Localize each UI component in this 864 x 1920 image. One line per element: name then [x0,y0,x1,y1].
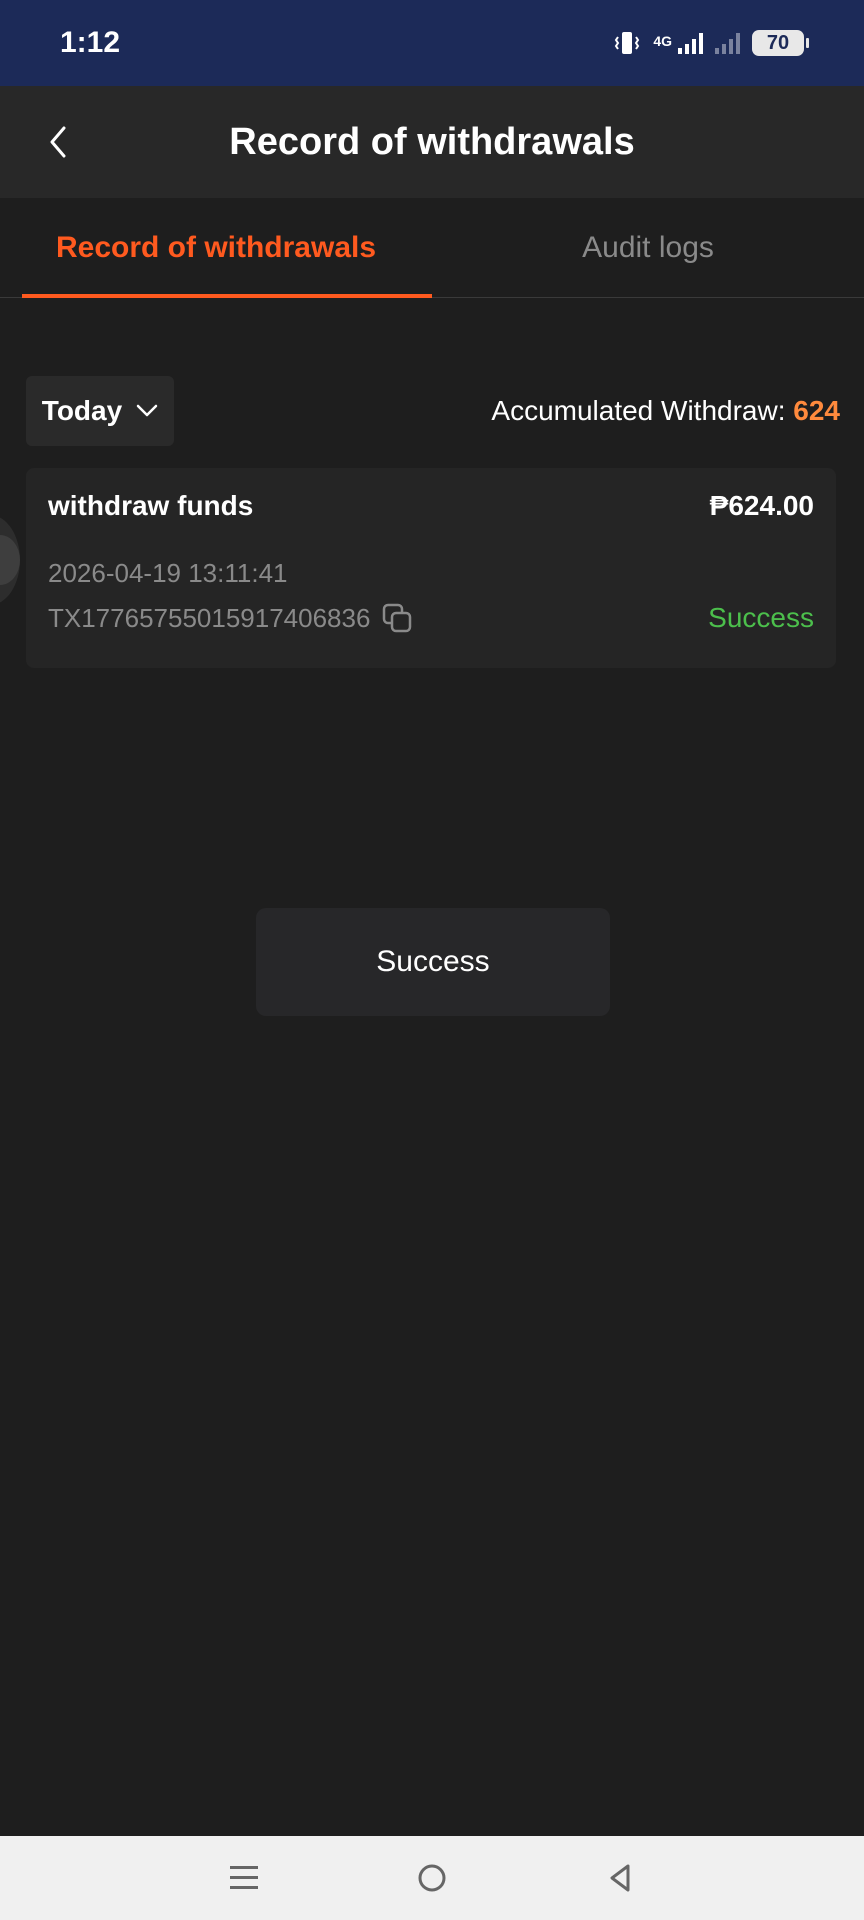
nav-menu-button[interactable] [224,1858,264,1898]
battery-icon: 70 [752,30,809,56]
tab-audit-logs[interactable]: Audit logs [432,198,864,297]
back-button[interactable] [40,124,76,160]
floating-handle[interactable] [0,515,20,605]
date-filter-dropdown[interactable]: Today [26,376,174,446]
success-toast: Success [256,908,610,1016]
date-filter-label: Today [41,395,123,426]
status-icons: 4G 70 [613,29,809,57]
back-triangle-icon [610,1864,630,1892]
accumulated-withdraw: Accumulated Withdraw: 624 [491,395,840,427]
nav-back-button[interactable] [600,1858,640,1898]
home-circle-icon [418,1864,446,1892]
filter-row: Today Accumulated Withdraw: 624 [26,376,840,446]
vibrate-icon [615,32,640,54]
system-nav-bar [0,1836,864,1920]
signal-strength-2-icon [715,32,740,54]
record-type: withdraw funds [48,490,254,521]
signal-strength-icon [678,32,703,54]
status-time: 1:12 [60,26,121,59]
record-status: Success [708,602,814,633]
chevron-down-icon [136,404,158,417]
record-datetime: 2026-04-19 13:11:41 [48,558,288,588]
active-tab-indicator [22,294,432,298]
tab-label: Record of withdrawals [55,230,377,264]
withdrawal-record-card[interactable]: withdraw funds ₱624.00 2026-04-19 13:11:… [26,468,836,668]
copy-icon[interactable] [380,601,414,635]
tab-label: Audit logs [582,230,714,264]
app-header: Record of withdrawals [0,86,864,198]
accumulated-value: 624 [793,395,840,426]
nav-home-button[interactable] [412,1858,452,1898]
status-bar: 1:12 4G 70 [0,0,864,86]
tab-bar: Record of withdrawals Audit logs [0,198,864,298]
network-type-label: 4G [653,33,672,49]
menu-icon [230,1866,258,1889]
record-amount: ₱624.00 [709,490,814,521]
record-tx-id: TX17765755015917406836 [48,602,371,633]
chevron-left-icon [50,126,66,158]
tab-record-of-withdrawals[interactable]: Record of withdrawals [0,198,432,298]
page-title: Record of withdrawals [229,120,635,163]
accumulated-label: Accumulated Withdraw: [491,395,794,426]
